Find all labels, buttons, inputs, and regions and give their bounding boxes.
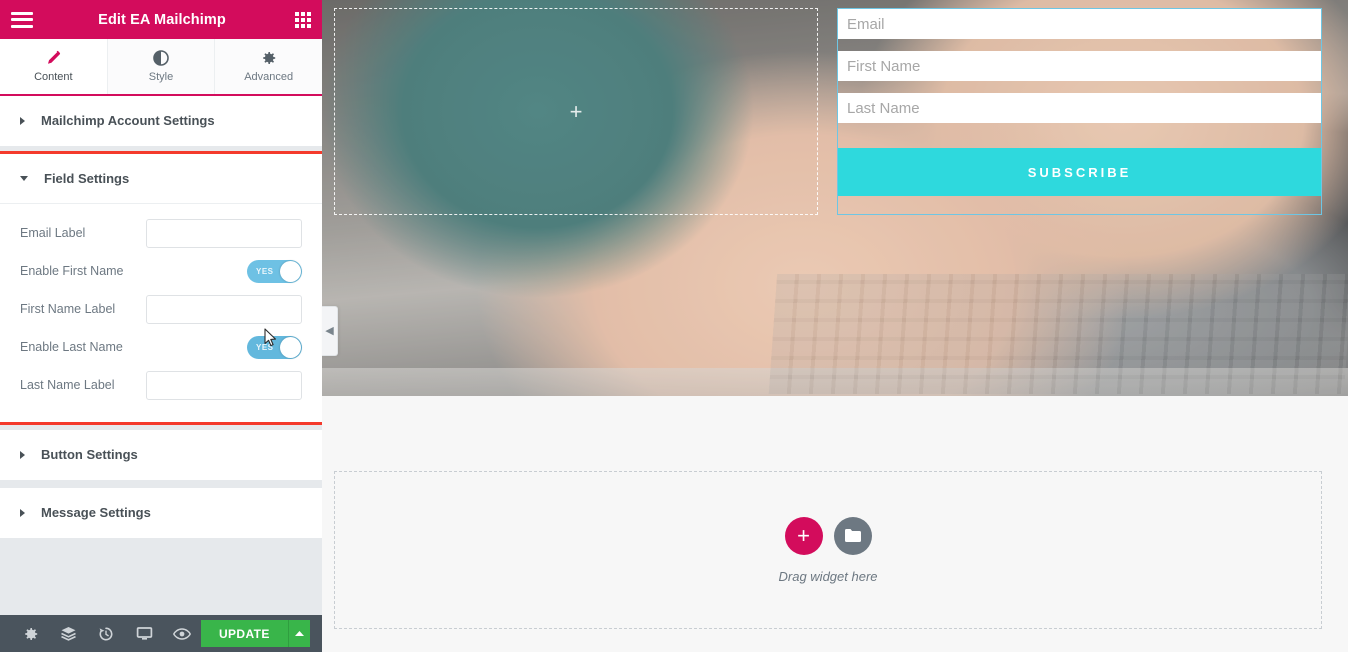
field-settings-controls: Email Label Enable First Name YES First … (0, 204, 322, 422)
email-field-placeholder: Email (847, 15, 885, 33)
section-title: Message Settings (41, 505, 151, 520)
panel-title: Edit EA Mailchimp (98, 11, 226, 28)
first-name-field[interactable]: First Name (838, 51, 1321, 81)
tab-style[interactable]: Style (107, 39, 216, 94)
add-section-plus-icon[interactable]: + (784, 516, 823, 555)
update-button[interactable]: UPDATE (200, 620, 288, 647)
dropzone-buttons: + (784, 516, 872, 555)
template-folder-icon[interactable] (833, 516, 872, 555)
history-icon[interactable] (88, 615, 126, 652)
control-last-name-label: Last Name Label (20, 366, 302, 404)
section-button-settings: Button Settings (0, 430, 322, 480)
field-gap (838, 39, 1321, 51)
gear-icon (261, 50, 277, 66)
layers-navigator-icon[interactable] (50, 615, 88, 652)
tab-advanced-label: Advanced (244, 71, 294, 83)
first-name-field-placeholder: First Name (847, 57, 921, 75)
tab-advanced[interactable]: Advanced (215, 39, 323, 94)
control-label: Enable Last Name (20, 340, 123, 354)
chevron-right-icon (20, 508, 25, 517)
control-label: First Name Label (20, 302, 116, 316)
chevron-down-icon (20, 176, 28, 181)
elementor-editor: Edit EA Mailchimp Content Style Advanced… (0, 0, 1348, 652)
hero-section[interactable]: + Email First Name Last Name SUBSCRIBE (322, 0, 1348, 396)
control-label: Email Label (20, 226, 86, 240)
control-label: Last Name Label (20, 378, 115, 392)
empty-column-left[interactable]: + (334, 8, 818, 215)
contrast-circle-icon (153, 50, 169, 66)
lower-canvas-area: + Drag widget here (322, 396, 1348, 652)
section-field-settings: Field Settings Email Label Enable First … (0, 151, 322, 425)
panel-header: Edit EA Mailchimp (0, 0, 322, 39)
section-header-message-settings[interactable]: Message Settings (0, 488, 322, 538)
first-name-label-input[interactable] (146, 294, 302, 324)
email-label-input[interactable] (146, 218, 302, 248)
tab-content[interactable]: Content (0, 39, 108, 96)
subscribe-button[interactable]: SUBSCRIBE (838, 148, 1321, 196)
section-header-field-settings[interactable]: Field Settings (0, 154, 322, 204)
control-enable-last-name: Enable Last Name YES (20, 328, 302, 366)
field-gap (838, 81, 1321, 93)
last-name-label-input[interactable] (146, 370, 302, 400)
last-name-field-placeholder: Last Name (847, 99, 920, 117)
submit-gap (838, 123, 1321, 148)
tab-style-label: Style (148, 71, 174, 83)
panel-body: Mailchimp Account Settings Field Setting… (0, 96, 322, 615)
panel-tabs: Content Style Advanced (0, 39, 323, 96)
section-message-settings: Message Settings (0, 488, 322, 538)
dropzone-text: Drag widget here (778, 568, 878, 584)
mailchimp-form: Email First Name Last Name SUBSCRIBE (838, 9, 1321, 196)
last-name-field[interactable]: Last Name (838, 93, 1321, 123)
chevron-left-icon: ◀ (325, 324, 334, 337)
toggle-state-label: YES (256, 266, 274, 276)
control-email-label: Email Label (20, 214, 302, 252)
panel-collapse-handle[interactable]: ◀ (322, 306, 338, 356)
page-canvas: + Email First Name Last Name SUBSCRIBE +… (322, 0, 1348, 652)
enable-first-name-toggle[interactable]: YES (247, 259, 302, 283)
email-field[interactable]: Email (838, 9, 1321, 39)
responsive-mode-icon[interactable] (125, 615, 163, 652)
widget-dropzone[interactable]: + Drag widget here (334, 471, 1322, 629)
toggle-knob (280, 260, 301, 282)
enable-last-name-toggle[interactable]: YES (247, 335, 302, 359)
section-header-button-settings[interactable]: Button Settings (0, 430, 322, 480)
settings-gear-icon[interactable] (12, 615, 50, 652)
panel-footer-toolbar: UPDATE (0, 615, 322, 652)
plus-icon[interactable]: + (570, 100, 583, 123)
apps-grid-icon[interactable] (295, 11, 311, 28)
update-options-caret-icon[interactable] (287, 620, 310, 647)
control-first-name-label: First Name Label (20, 290, 302, 328)
editor-panel: Edit EA Mailchimp Content Style Advanced… (0, 0, 323, 652)
section-mailchimp-account-settings: Mailchimp Account Settings (0, 96, 322, 146)
toggle-knob (280, 336, 301, 358)
mailchimp-widget[interactable]: Email First Name Last Name SUBSCRIBE (837, 8, 1322, 215)
preview-eye-icon[interactable] (163, 615, 201, 652)
toggle-state-label: YES (256, 342, 274, 352)
section-title: Field Settings (44, 171, 130, 186)
hero-columns: + Email First Name Last Name SUBSCRIBE (322, 0, 1348, 396)
section-header-mailchimp-account-settings[interactable]: Mailchimp Account Settings (0, 96, 322, 146)
control-label: Enable First Name (20, 264, 124, 278)
section-title: Mailchimp Account Settings (41, 113, 215, 128)
tab-content-label: Content (34, 71, 73, 83)
chevron-right-icon (20, 450, 25, 459)
section-title: Button Settings (41, 447, 138, 462)
chevron-right-icon (20, 116, 25, 125)
control-enable-first-name: Enable First Name YES (20, 252, 302, 290)
pencil-icon (45, 50, 61, 66)
